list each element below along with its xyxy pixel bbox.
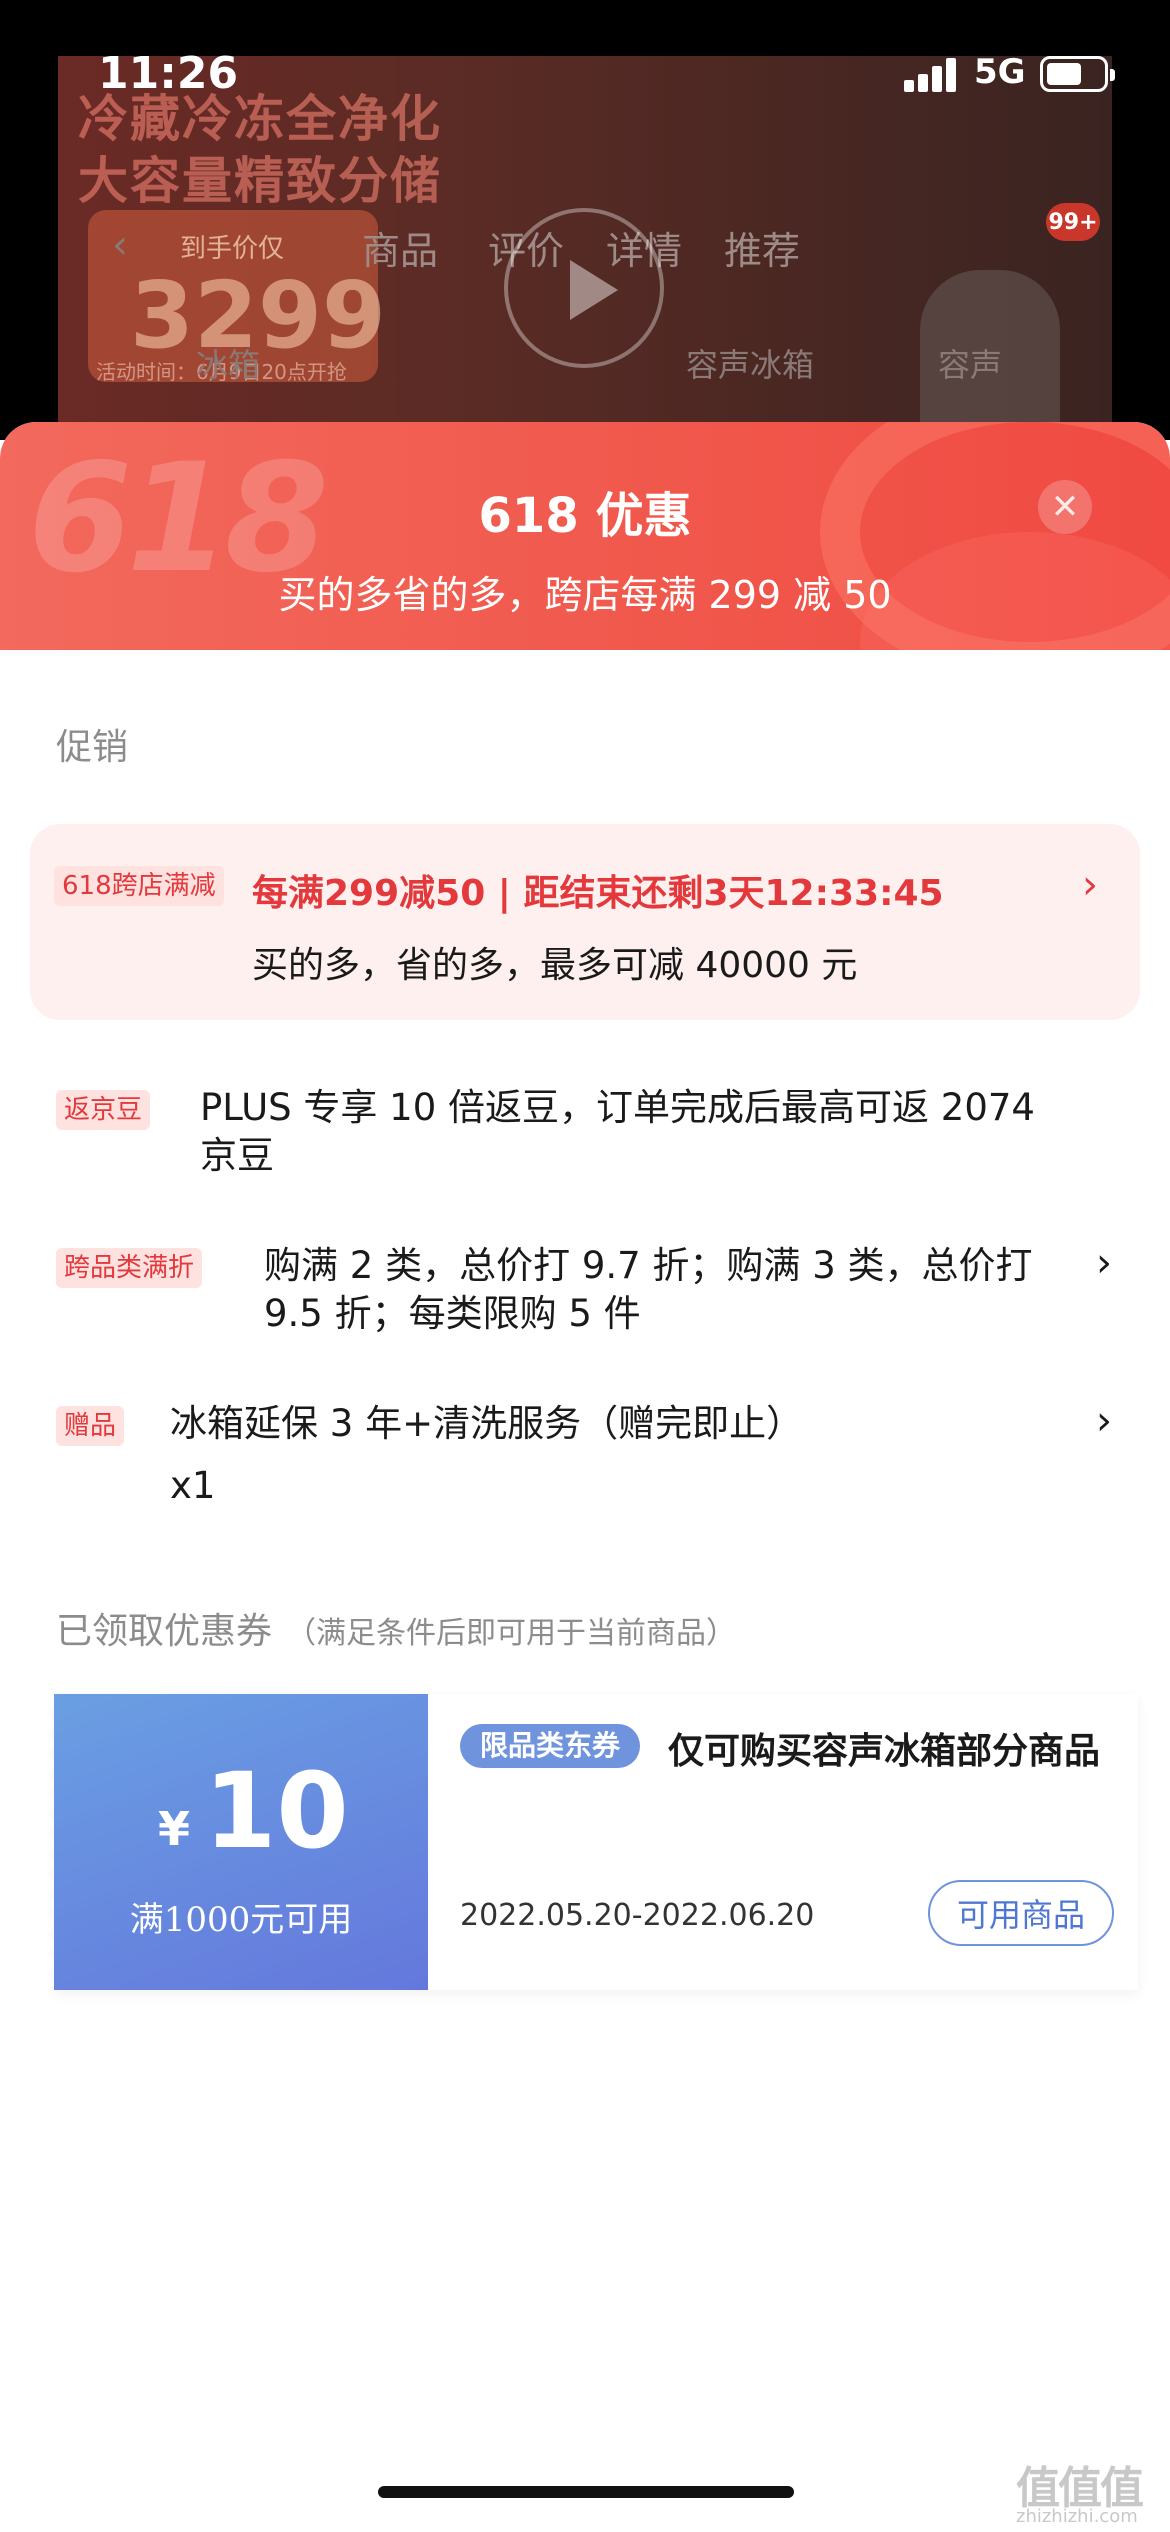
play-icon xyxy=(504,208,664,368)
coupon-title: 仅可购买容声冰箱部分商品 xyxy=(668,1731,1101,1772)
battery-icon xyxy=(1040,56,1115,92)
status-time: 11:26 xyxy=(98,48,239,99)
available-products-button[interactable]: 可用商品 xyxy=(928,1880,1114,1946)
promo-tag: 618跨店满减 xyxy=(54,866,224,906)
coupon-date-range: 2022.05.20-2022.06.20 xyxy=(460,1898,815,1933)
tab-product: 商品 xyxy=(362,229,439,273)
tab-recommend: 推荐 xyxy=(724,229,801,273)
promo-tag: 返京豆 xyxy=(56,1090,151,1130)
chevron-right-icon: › xyxy=(1096,1398,1112,1444)
video-subtitle-right: 容声 xyxy=(938,346,1003,384)
coupons-section-title: 已领取优惠券 （满足条件后即可用于当前商品） xyxy=(56,1611,737,1652)
promo-tag: 跨品类满折 xyxy=(56,1248,203,1288)
watermark-url: zhizhizhi.com xyxy=(1016,2506,1138,2527)
promo-item-text: 购满 2 类，总价打 9.7 折；购满 3 类，总价打 9.5 折；每类限购 5… xyxy=(264,1244,1033,1335)
coupon-currency: ¥ xyxy=(158,1802,191,1856)
coupon-amount: 10 xyxy=(204,1750,349,1872)
video-subtitle-mid: 容声冰箱 xyxy=(686,346,815,384)
status-bar: 11:26 5G xyxy=(0,0,1170,150)
promo-main-text: 每满299减50 | 距结束还剩3天12:33:45 xyxy=(252,873,944,914)
promotion-sheet: 618 618 优惠 买的多省的多，跨店每满 299 减 50 ✕ 促销 618… xyxy=(0,422,1170,2532)
coupons-section-note: （满足条件后即可用于当前商品） xyxy=(286,1616,737,1651)
sheet-header: 618 618 优惠 买的多省的多，跨店每满 299 减 50 ✕ xyxy=(0,422,1170,650)
close-icon: ✕ xyxy=(1050,487,1080,527)
coupon-card[interactable]: ¥ 10 满1000元可用 限品类东券 仅可购买容声冰箱部分商品 2022.05… xyxy=(46,1694,1138,1990)
home-indicator[interactable] xyxy=(378,2486,794,2498)
promo-item-text: PLUS 专享 10 倍返豆，订单完成后最高可返 2074 京豆 xyxy=(200,1086,1035,1177)
chevron-right-icon: › xyxy=(1096,1240,1112,1286)
sheet-subtitle: 买的多省的多，跨店每满 299 减 50 xyxy=(278,573,892,617)
promo-sub-text: 买的多，省的多，最多可减 40000 元 xyxy=(252,945,858,986)
chevron-right-icon: › xyxy=(1082,862,1098,908)
promo-highlight-card[interactable]: 618跨店满减 每满299减50 | 距结束还剩3天12:33:45 买的多，省… xyxy=(30,824,1140,1020)
signal-icon xyxy=(904,56,960,92)
coupon-value-panel: ¥ 10 满1000元可用 xyxy=(46,1694,428,1990)
close-button[interactable]: ✕ xyxy=(1038,480,1092,534)
sheet-title: 618 优惠 xyxy=(478,488,692,544)
cart-badge: 99+ xyxy=(1046,203,1100,241)
promo-item-text: 冰箱延保 3 年+清洗服务（赠完即止） x1 xyxy=(170,1402,804,1507)
coupon-condition: 满1000元可用 xyxy=(129,1900,353,1940)
network-type: 5G xyxy=(974,52,1026,92)
video-subtitle-left: 冰箱 xyxy=(196,346,261,384)
coupon-type-badge: 限品类东券 xyxy=(460,1724,641,1768)
promo-tag: 赠品 xyxy=(56,1406,125,1446)
promotions-section-title: 促销 xyxy=(56,727,129,768)
